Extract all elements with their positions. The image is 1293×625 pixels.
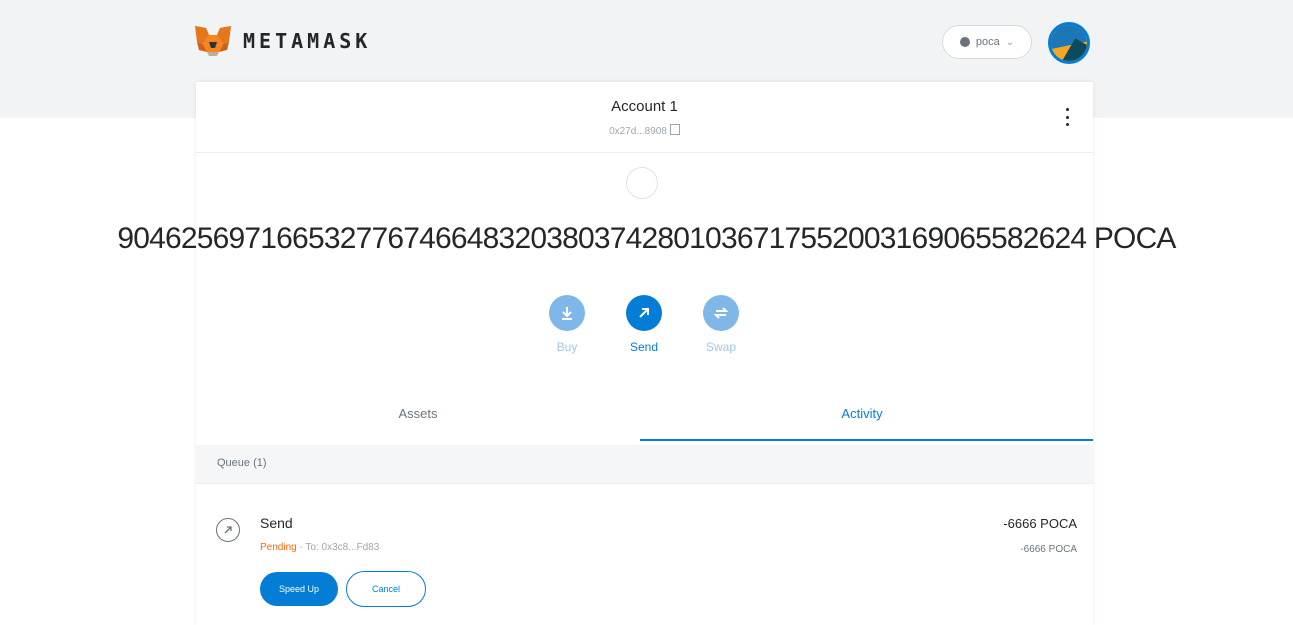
copy-icon — [669, 124, 680, 135]
transaction-recipient: To: 0x3c8...Fd83 — [305, 542, 380, 553]
account-address-row[interactable]: 0x27d...8908 — [196, 124, 1093, 137]
swap-label: Swap — [705, 340, 737, 354]
metamask-logo[interactable]: METAMASK — [193, 24, 371, 58]
queue-label: Queue (1) — [217, 457, 267, 469]
swap-icon — [703, 295, 739, 331]
queue-header: Queue (1) — [196, 445, 1093, 484]
account-name[interactable]: Account 1 — [196, 98, 1093, 115]
account-address: 0x27d...8908 — [609, 126, 667, 137]
tab-assets[interactable]: Assets — [196, 392, 640, 440]
account-header: Account 1 0x27d...8908 — [196, 82, 1093, 153]
token-icon — [626, 167, 658, 199]
speed-up-button[interactable]: Speed Up — [260, 572, 338, 606]
network-selector[interactable]: poca ⌄ — [942, 25, 1032, 59]
download-icon — [549, 295, 585, 331]
transaction-row[interactable]: Send Pending · To: 0x3c8...Fd83 -6666 PO… — [196, 500, 1093, 625]
transaction-title: Send — [260, 515, 293, 531]
network-label: poca — [975, 36, 1000, 48]
cancel-button[interactable]: Cancel — [346, 571, 426, 607]
swap-button[interactable]: Swap — [696, 295, 746, 354]
tab-activity[interactable]: Activity — [640, 392, 1084, 440]
network-status-icon — [959, 37, 970, 47]
transaction-subtitle: Pending · To: 0x3c8...Fd83 — [260, 542, 379, 553]
buy-button[interactable]: Buy — [542, 295, 592, 354]
account-avatar[interactable] — [1048, 22, 1090, 64]
send-arrow-icon — [216, 518, 240, 542]
arrow-up-right-icon — [626, 295, 662, 331]
active-tab-indicator — [640, 439, 1093, 441]
send-button[interactable]: Send — [619, 295, 669, 354]
send-label: Send — [629, 340, 659, 354]
buy-label: Buy — [556, 340, 578, 354]
token-balance: 9046256971665327767466483203803742801036… — [117, 222, 1176, 255]
account-options-menu-icon[interactable] — [1064, 108, 1070, 126]
transaction-amount-secondary: -6666 POCA — [1020, 544, 1077, 555]
chevron-down-icon: ⌄ — [1005, 36, 1015, 48]
transaction-status: Pending — [260, 542, 297, 553]
fox-icon — [195, 26, 231, 56]
transaction-amount: -6666 POCA — [1003, 516, 1077, 531]
brand-wordmark: METAMASK — [243, 29, 372, 53]
asset-activity-tabs: Assets Activity — [196, 392, 1093, 444]
